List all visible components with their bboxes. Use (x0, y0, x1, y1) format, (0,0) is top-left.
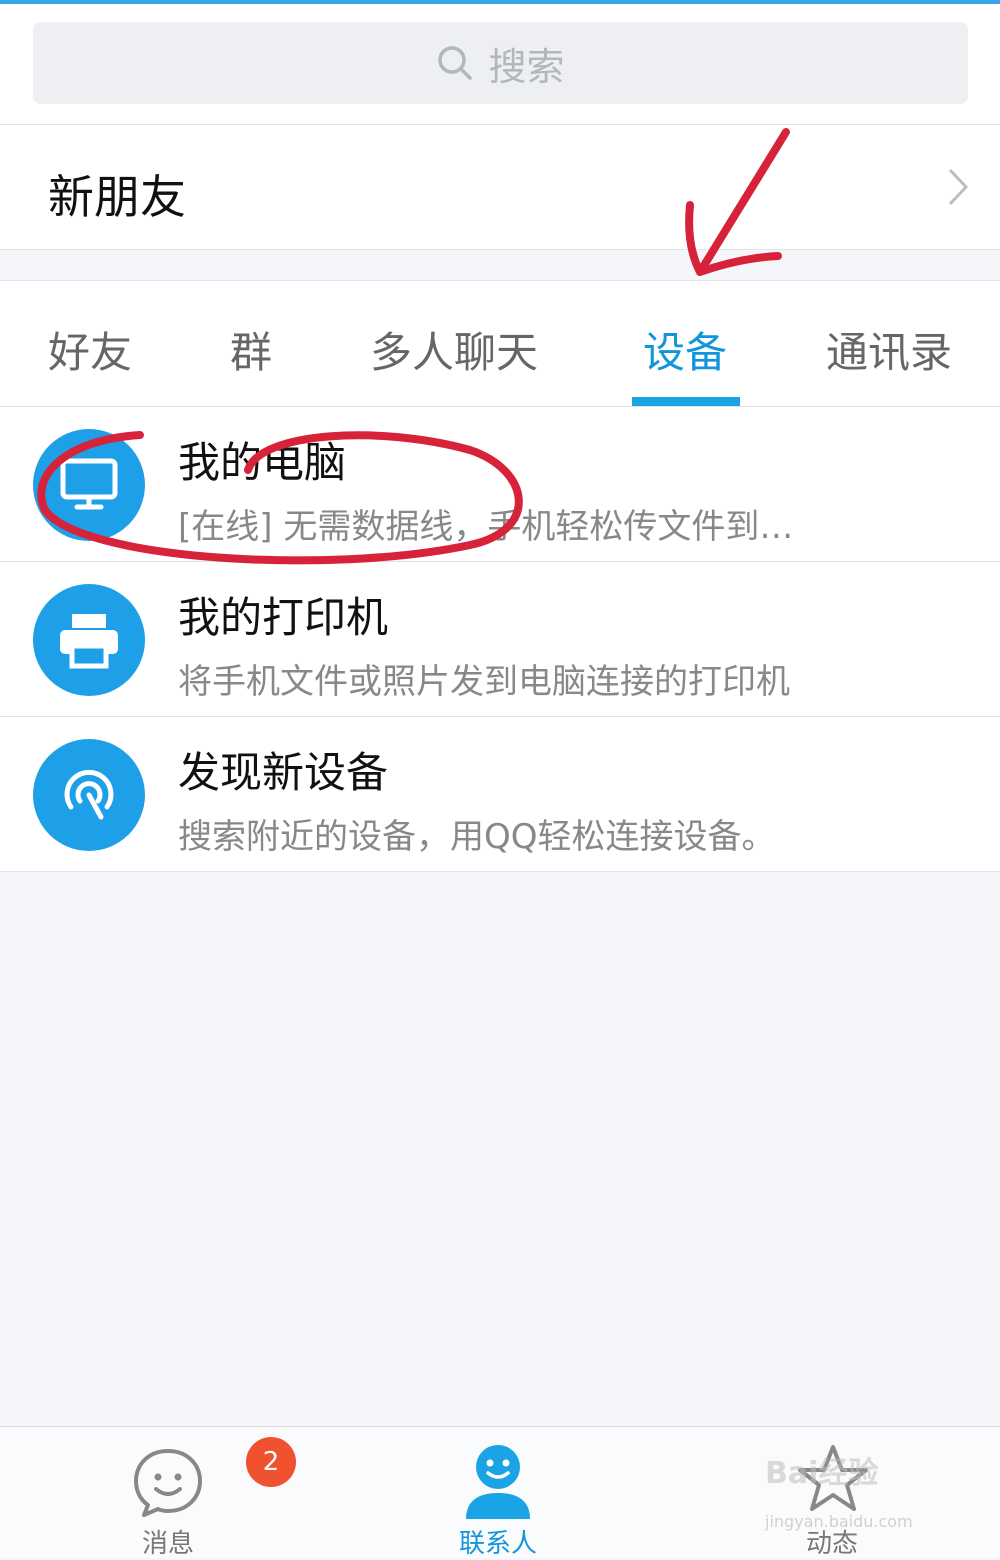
monitor-icon (60, 458, 118, 510)
new-friends-label: 新朋友 (48, 170, 186, 224)
radar-icon (64, 769, 114, 820)
chat-smile-icon (134, 1449, 202, 1517)
printer-icon (60, 614, 118, 669)
chevron-right-icon (948, 168, 969, 206)
device-avatar (33, 739, 145, 851)
search-icon (438, 46, 473, 80)
tab-address-book[interactable]: 通讯录 (826, 319, 952, 380)
device-title: 我的电脑 (178, 438, 347, 487)
tab-friends[interactable]: 好友 (48, 319, 132, 380)
device-avatar (33, 429, 145, 541)
contacts-icon (466, 1445, 530, 1519)
new-friends-row[interactable]: 新朋友 (0, 124, 1000, 250)
device-title: 我的打印机 (178, 593, 389, 642)
device-list: 我的电脑 [在线] 无需数据线，手机轻松传文件到… 我的打印机 将手机文件或照片… (0, 407, 1000, 872)
tab-groups[interactable]: 群 (230, 319, 272, 380)
nav-label: 联系人 (458, 1529, 537, 1559)
tab-multi-chat[interactable]: 多人聊天 (370, 319, 538, 380)
device-item-discover-new[interactable]: 发现新设备 搜索附近的设备，用QQ轻松连接设备。 (0, 717, 1000, 872)
nav-moments[interactable]: 动态 (722, 1427, 942, 1559)
nav-contacts[interactable]: 联系人 (388, 1427, 608, 1559)
contact-tabs: 好友 群 多人聊天 设备 通讯录 (0, 280, 1000, 407)
device-item-my-computer[interactable]: 我的电脑 [在线] 无需数据线，手机轻松传文件到… (0, 407, 1000, 562)
watermark-brand: Bai经验 (765, 1456, 879, 1491)
nav-messages[interactable]: 2 消息 (58, 1427, 296, 1559)
unread-badge: 2 (246, 1437, 296, 1487)
bottom-nav: 2 消息 联系人 动态 (0, 1426, 1000, 1559)
device-subtitle: 将手机文件或照片发到电脑连接的打印机 (178, 662, 790, 702)
search-placeholder: 搜索 (488, 44, 565, 89)
device-subtitle: [在线] 无需数据线，手机轻松传文件到… (178, 507, 794, 547)
device-subtitle: 搜索附近的设备，用QQ轻松连接设备。 (178, 817, 776, 857)
watermark-url: jingyan.baidu.com (765, 1512, 913, 1531)
search-input[interactable]: 搜索 (33, 22, 968, 104)
tab-devices[interactable]: 设备 (643, 319, 727, 380)
nav-label: 消息 (141, 1529, 194, 1559)
search-area: 搜索 (0, 4, 1000, 124)
device-title: 发现新设备 (178, 748, 389, 797)
device-item-my-printer[interactable]: 我的打印机 将手机文件或照片发到电脑连接的打印机 (0, 562, 1000, 717)
device-avatar (33, 584, 145, 696)
active-tab-indicator (632, 397, 740, 406)
